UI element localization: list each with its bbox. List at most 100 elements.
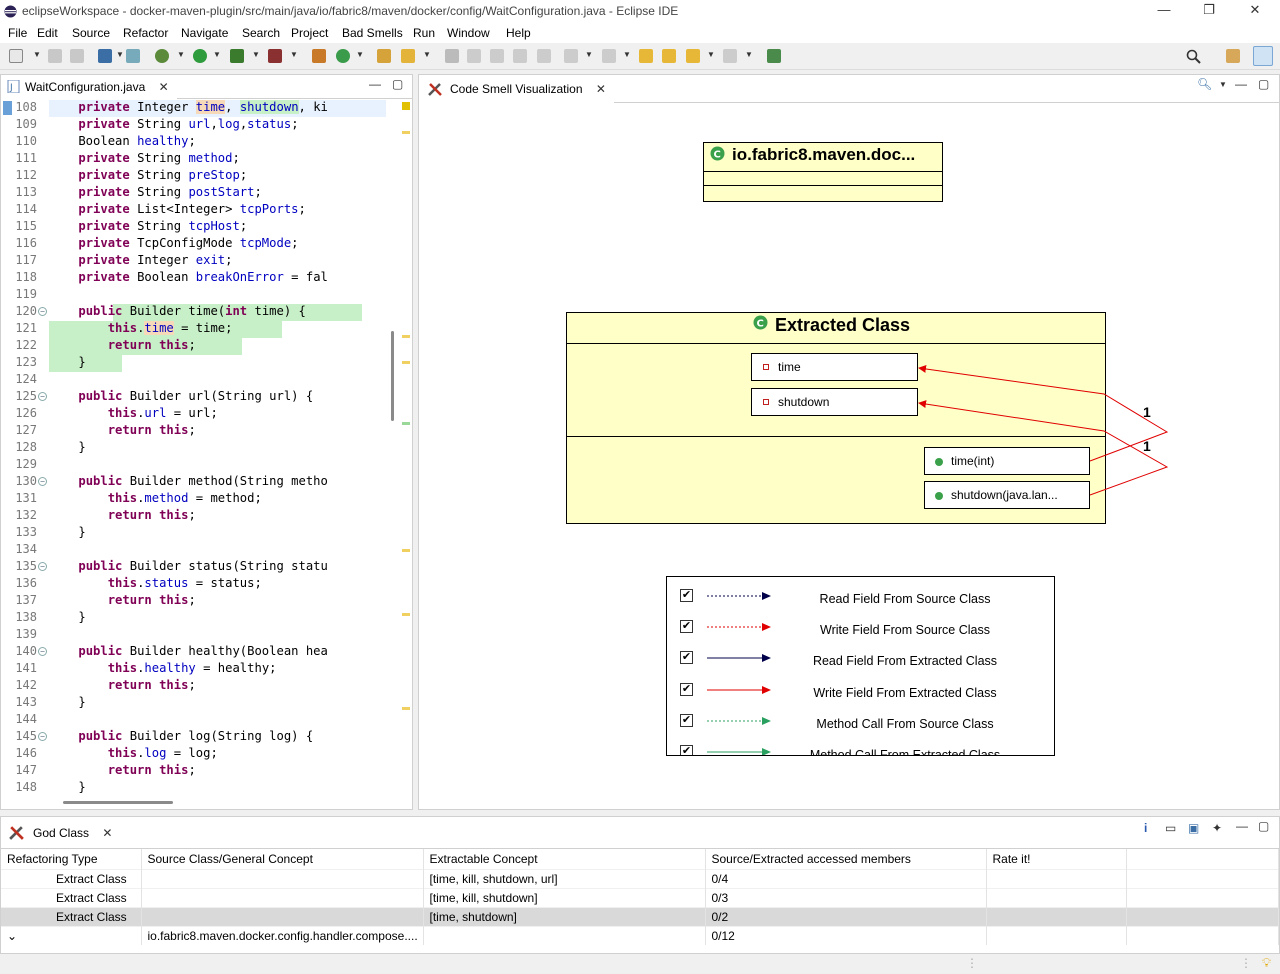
code-line[interactable]: private TcpConfigMode tcpMode; [49, 236, 298, 253]
menu-search[interactable]: Search [242, 26, 280, 40]
chevron-down-icon[interactable]: ▼ [177, 50, 185, 59]
code-line[interactable]: public Builder time(int time) { [49, 304, 305, 321]
last-edit-location-icon[interactable] [639, 49, 653, 63]
menu-project[interactable]: Project [291, 26, 328, 40]
code-line[interactable]: return this; [49, 338, 196, 355]
open-task-icon[interactable] [401, 49, 415, 63]
toggle-mark-occurrences-icon[interactable] [445, 49, 459, 63]
maximize-view-icon[interactable]: ▢ [392, 77, 403, 91]
coverage-icon[interactable] [230, 49, 244, 63]
fold-toggle-icon[interactable]: − [38, 732, 47, 741]
pin-editor-icon[interactable] [767, 49, 781, 63]
edge-write-shutdown[interactable] [918, 400, 1169, 496]
chevron-down-icon[interactable]: ▼ [585, 50, 593, 59]
table-row[interactable]: Extract Class [time, shutdown] 0/2 [1, 907, 1279, 927]
chevron-down-icon[interactable]: ▼ [356, 50, 364, 59]
maximize-view-icon[interactable]: ▢ [1258, 819, 1269, 833]
forward-edit-location-icon[interactable] [662, 49, 676, 63]
table-row[interactable]: Extract Class [time, kill, shutdown] 0/3 [1, 888, 1279, 908]
chevron-down-icon[interactable]: ▼ [290, 50, 298, 59]
ruler-marker[interactable] [402, 102, 410, 110]
code-line[interactable]: } [49, 440, 85, 457]
minimize-button[interactable]: — [1141, 2, 1187, 17]
code-line[interactable]: public Builder url(String url) { [49, 389, 313, 406]
legend-checkbox[interactable]: ✔ [680, 589, 693, 602]
ruler-marker[interactable] [402, 361, 410, 364]
menu-window[interactable]: Window [447, 26, 490, 40]
code-line[interactable]: } [49, 355, 85, 372]
menu-source[interactable]: Source [72, 26, 110, 40]
chevron-down-icon[interactable]: ▼ [213, 50, 221, 59]
overview-ruler[interactable] [400, 99, 412, 799]
forward-arrow-icon[interactable] [723, 49, 737, 63]
code-line[interactable]: private Boolean breakOnError = fal [49, 270, 328, 287]
table-row[interactable]: Extract Class [time, kill, shutdown, url]… [1, 869, 1279, 889]
horizontal-scrollbar[interactable] [63, 801, 173, 804]
info-icon[interactable]: i [1144, 821, 1147, 835]
code-line[interactable]: private String tcpHost; [49, 219, 247, 236]
code-line[interactable]: return this; [49, 593, 196, 610]
code-line[interactable]: Boolean healthy; [49, 134, 195, 151]
column-header[interactable]: Refactoring Type [1, 849, 142, 870]
new-java-package-icon[interactable] [312, 49, 326, 63]
legend-checkbox[interactable]: ✔ [680, 620, 693, 633]
ruler-marker[interactable] [402, 335, 410, 338]
minimize-view-icon[interactable]: — [1236, 819, 1248, 833]
save-all-icon[interactable] [70, 49, 84, 63]
code-line[interactable]: private Integer time, shutdown, ki [49, 100, 328, 117]
save-icon[interactable] [48, 49, 62, 63]
code-line[interactable]: } [49, 610, 85, 627]
table-row[interactable]: ⌄ io.fabric8.maven.docker.config.handler.… [1, 926, 1279, 945]
window-icon[interactable]: ▭ [1165, 821, 1176, 835]
fold-toggle-icon[interactable]: − [38, 392, 47, 401]
code-line[interactable]: public Builder healthy(Boolean hea [49, 644, 327, 661]
tab-god-class[interactable]: God Class ✕ [1, 817, 121, 848]
code-line[interactable]: public Builder log(String log) { [49, 729, 313, 746]
code-line[interactable]: public Builder method(String metho [49, 474, 327, 491]
back-arrow-icon[interactable] [686, 49, 700, 63]
minimize-view-icon[interactable]: — [369, 77, 381, 91]
menu-file[interactable]: File [8, 26, 27, 40]
code-line[interactable]: return this; [49, 678, 196, 695]
maximize-button[interactable]: ❐ [1186, 2, 1232, 18]
ruler-marker[interactable] [402, 613, 410, 616]
menu-help[interactable]: Help [506, 26, 531, 40]
code-line[interactable]: this.status = status; [49, 576, 262, 593]
ruler-marker[interactable] [402, 707, 410, 710]
column-header[interactable]: Source Class/General Concept [141, 849, 424, 870]
menu-edit[interactable]: Edit [37, 26, 58, 40]
code-line[interactable]: this.log = log; [49, 746, 218, 763]
scrollbar-thumb[interactable] [391, 331, 394, 421]
search-icon[interactable] [1186, 49, 1201, 64]
skip-breakpoints-icon[interactable] [126, 49, 140, 63]
column-header[interactable]: Rate it! [986, 849, 1127, 870]
column-header[interactable]: Extractable Concept [423, 849, 706, 870]
save-icon[interactable]: ▣ [1188, 821, 1199, 835]
code-line[interactable]: private String postStart; [49, 185, 261, 202]
previous-annotation-icon[interactable] [602, 49, 616, 63]
close-tab-icon[interactable]: ✕ [102, 826, 112, 840]
code-line[interactable]: private String preStop; [49, 168, 247, 185]
code-line[interactable]: } [49, 780, 85, 797]
code-line[interactable]: private List<Integer> tcpPorts; [49, 202, 305, 219]
column-header[interactable]: Source/Extracted accessed members [705, 849, 987, 870]
new-icon[interactable] [9, 49, 23, 63]
new-class-icon[interactable] [336, 49, 350, 63]
code-line[interactable]: this.url = url; [49, 406, 218, 423]
show-whitespace-icon[interactable] [513, 49, 527, 63]
chevron-down-icon[interactable]: ▼ [623, 50, 631, 59]
fold-toggle-icon[interactable]: − [38, 562, 47, 571]
chevron-down-icon[interactable]: ▼ [252, 50, 260, 59]
code-line[interactable]: return this; [49, 423, 196, 440]
code-line[interactable]: private String method; [49, 151, 239, 168]
code-line[interactable]: return this; [49, 763, 196, 780]
code-area[interactable]: 108 private Integer time, shutdown, ki 10… [1, 99, 386, 799]
legend-checkbox[interactable]: ✔ [680, 683, 693, 696]
run-icon[interactable] [193, 49, 207, 63]
toggle-word-wrap-icon[interactable] [467, 49, 481, 63]
close-tab-icon[interactable]: ✕ [159, 80, 169, 94]
chevron-down-icon[interactable]: ▼ [116, 50, 124, 59]
code-line[interactable]: } [49, 525, 85, 542]
fold-toggle-icon[interactable]: − [38, 477, 47, 486]
ruler-marker[interactable] [402, 131, 410, 134]
